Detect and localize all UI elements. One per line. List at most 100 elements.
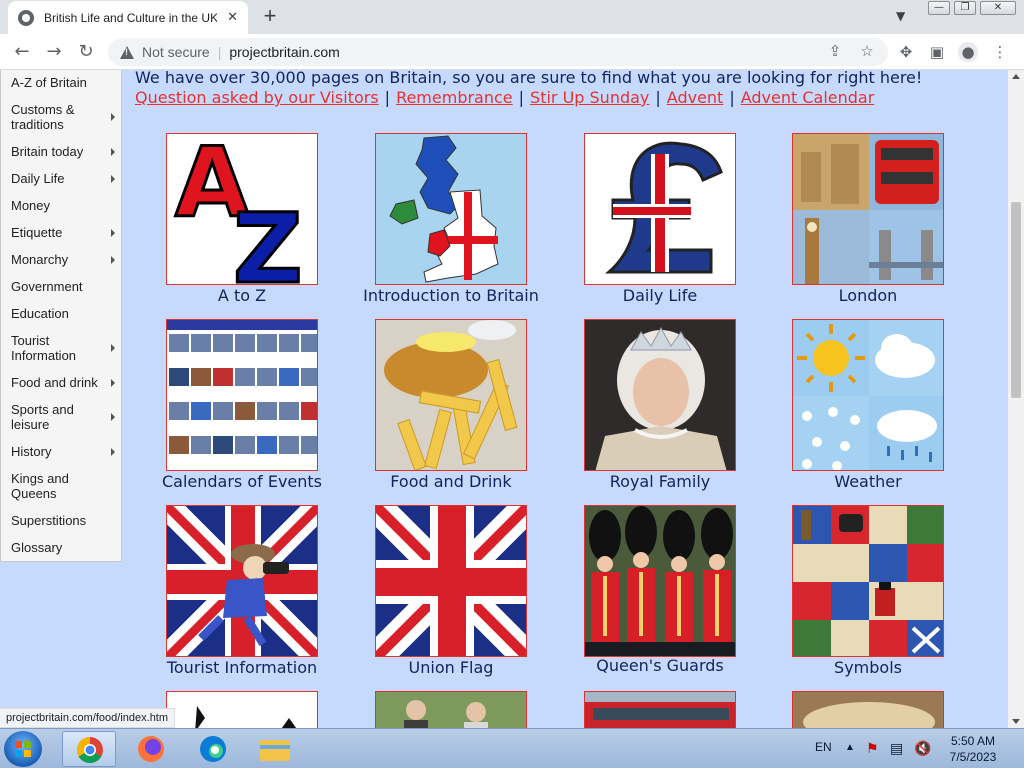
tile-royal-family[interactable] bbox=[584, 319, 736, 471]
show-hidden-icons-icon[interactable]: ▲ bbox=[845, 729, 855, 768]
caption-tourist-information[interactable]: Tourist Information bbox=[142, 658, 342, 677]
chrome-icon bbox=[76, 736, 103, 764]
caption-symbols[interactable]: Symbols bbox=[768, 658, 968, 677]
browser-tab-active[interactable]: British Life and Culture in the UK ✕ bbox=[8, 1, 248, 34]
tile-introduction[interactable] bbox=[375, 133, 527, 285]
link-remembrance[interactable]: Remembrance bbox=[396, 88, 513, 107]
tile-tourist-information[interactable] bbox=[166, 505, 318, 657]
firefox-icon bbox=[138, 736, 164, 762]
submenu-arrow-icon bbox=[111, 113, 115, 121]
profile-avatar-icon[interactable]: ● bbox=[958, 42, 978, 62]
caption-royal-family[interactable]: Royal Family bbox=[560, 472, 760, 491]
tile-symbols[interactable] bbox=[792, 505, 944, 657]
tile-calendars[interactable] bbox=[166, 319, 318, 471]
fish-and-chips-icon bbox=[384, 320, 518, 470]
sidebar-item-etiquette[interactable]: Etiquette bbox=[1, 225, 121, 240]
side-panel-icon[interactable]: ▣ bbox=[927, 42, 947, 62]
reload-icon[interactable]: ↻ bbox=[74, 40, 98, 64]
caption-calendars[interactable]: Calendars of Events bbox=[142, 472, 342, 491]
share-icon[interactable]: ⇪ bbox=[824, 38, 846, 66]
caption-food-and-drink[interactable]: Food and Drink bbox=[351, 472, 551, 491]
action-center-icon[interactable]: ⚑ bbox=[866, 729, 879, 768]
start-button[interactable] bbox=[4, 731, 42, 767]
windows-logo-icon bbox=[15, 741, 31, 757]
sidebar-item-glossary[interactable]: Glossary bbox=[1, 540, 121, 555]
sidebar-item-sports[interactable]: Sports and leisure bbox=[1, 402, 115, 432]
link-advent-calendar[interactable]: Advent Calendar bbox=[741, 88, 875, 107]
submenu-arrow-icon bbox=[111, 447, 115, 456]
forward-arrow-icon[interactable]: → bbox=[42, 40, 66, 64]
caption-daily-life[interactable]: Daily Life bbox=[560, 286, 760, 305]
sidebar-item-customs[interactable]: Customs & traditions bbox=[1, 102, 115, 132]
sidebar-item-tourist-information[interactable]: Tourist Information bbox=[1, 333, 115, 363]
tourist-cartoon-icon bbox=[167, 506, 317, 656]
sidebar-item-daily-life[interactable]: Daily Life bbox=[1, 171, 121, 186]
link-separator: | bbox=[518, 88, 525, 107]
status-url-bubble: projectbritain.com/food/index.htm bbox=[0, 708, 176, 728]
link-separator: | bbox=[655, 88, 661, 107]
taskbar-firefox[interactable] bbox=[124, 731, 178, 767]
union-flag-icon bbox=[376, 506, 526, 656]
kebab-menu-icon[interactable]: ⋮ bbox=[990, 42, 1010, 62]
pottery-photo-icon bbox=[793, 692, 943, 728]
caption-queens-guards[interactable]: Queen's Guards bbox=[560, 656, 760, 675]
network-icon[interactable]: ▤ bbox=[890, 729, 903, 768]
tile-row4-3[interactable] bbox=[584, 691, 736, 728]
tile-row4-4[interactable] bbox=[792, 691, 944, 728]
back-arrow-icon[interactable]: ← bbox=[10, 40, 34, 64]
sidebar-item-a-z[interactable]: A-Z of Britain bbox=[1, 75, 121, 90]
caption-a-to-z[interactable]: A to Z bbox=[142, 286, 342, 305]
system-clock[interactable]: 5:50 AM 7/5/2023 bbox=[938, 733, 1008, 765]
tile-london[interactable] bbox=[792, 133, 944, 285]
extensions-puzzle-icon[interactable]: ✥ bbox=[896, 42, 916, 62]
close-tab-icon[interactable]: ✕ bbox=[227, 10, 238, 25]
link-questions[interactable]: Question asked by our Visitors bbox=[135, 88, 379, 107]
tile-union-flag[interactable] bbox=[375, 505, 527, 657]
sidebar-item-money[interactable]: Money bbox=[1, 198, 121, 213]
tile-row4-2[interactable] bbox=[375, 691, 527, 728]
sidebar-item-education[interactable]: Education bbox=[1, 306, 121, 321]
caption-london[interactable]: London bbox=[768, 286, 968, 305]
tab-search-chevron-icon[interactable]: ▼ bbox=[896, 9, 905, 23]
tab-strip: British Life and Culture in the UK ✕ + ▼… bbox=[0, 0, 1024, 34]
sidebar-item-government[interactable]: Government bbox=[1, 279, 121, 294]
caption-union-flag[interactable]: Union Flag bbox=[351, 658, 551, 677]
caption-weather[interactable]: Weather bbox=[768, 472, 968, 491]
sidebar-item-britain-today[interactable]: Britain today bbox=[1, 144, 121, 159]
taskbar-chrome[interactable] bbox=[62, 731, 116, 767]
language-indicator[interactable]: EN bbox=[815, 729, 832, 768]
scrollbar-thumb[interactable] bbox=[1011, 202, 1021, 398]
vertical-scrollbar[interactable] bbox=[1008, 70, 1024, 728]
minimize-button[interactable]: — bbox=[928, 1, 950, 15]
address-bar[interactable]: Not secure | projectbritain.com ⇪ ☆ bbox=[108, 38, 888, 66]
url-text[interactable]: projectbritain.com bbox=[229, 44, 340, 60]
queens-guards-icon bbox=[585, 506, 735, 656]
sidebar-item-kings-and-queens[interactable]: Kings and Queens bbox=[1, 471, 91, 501]
close-window-button[interactable]: ✕ bbox=[980, 1, 1016, 15]
sidebar-item-history[interactable]: History bbox=[1, 444, 121, 459]
scroll-down-arrow-icon[interactable] bbox=[1012, 719, 1020, 724]
security-label[interactable]: Not secure bbox=[142, 44, 210, 60]
tile-queens-guards[interactable] bbox=[584, 505, 736, 657]
scroll-up-arrow-icon[interactable] bbox=[1012, 74, 1020, 79]
sidebar-item-superstitions[interactable]: Superstitions bbox=[1, 513, 121, 528]
taskbar-edge[interactable] bbox=[186, 731, 240, 767]
bookmark-star-icon[interactable]: ☆ bbox=[856, 38, 878, 66]
tile-row4-1[interactable] bbox=[166, 691, 318, 728]
restore-button[interactable]: ❐ bbox=[954, 1, 976, 15]
link-advent[interactable]: Advent bbox=[667, 88, 724, 107]
tile-food-and-drink[interactable] bbox=[375, 319, 527, 471]
warning-icon[interactable] bbox=[120, 45, 134, 59]
new-tab-button[interactable]: + bbox=[258, 4, 282, 28]
tile-weather[interactable] bbox=[792, 319, 944, 471]
sidebar-item-food-and-drink[interactable]: Food and drink bbox=[1, 375, 121, 390]
tile-daily-life[interactable] bbox=[584, 133, 736, 285]
tile-a-to-z[interactable]: A Z bbox=[166, 133, 318, 285]
sidebar-item-monarchy[interactable]: Monarchy bbox=[1, 252, 121, 267]
browser-toolbar: ← → ↻ Not secure | projectbritain.com ⇪ … bbox=[0, 34, 1024, 70]
link-stir-up-sunday[interactable]: Stir Up Sunday bbox=[530, 88, 649, 107]
volume-muted-icon[interactable]: 🔇 bbox=[914, 729, 931, 768]
sidebar-menu: A-Z of Britain Customs & traditions Brit… bbox=[0, 70, 122, 562]
caption-introduction[interactable]: Introduction to Britain bbox=[351, 286, 551, 305]
taskbar-file-explorer[interactable] bbox=[248, 731, 302, 767]
